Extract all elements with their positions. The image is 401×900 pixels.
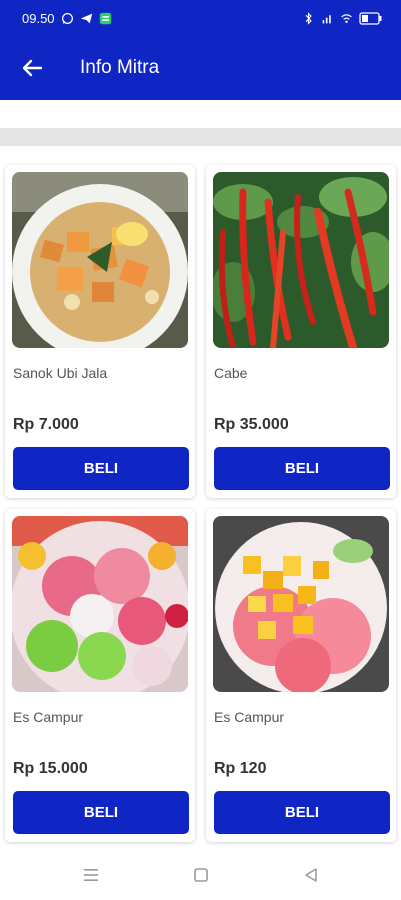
system-navigation-bar	[0, 850, 401, 900]
product-card[interactable]: Sanok Ubi Jala Rp 7.000 BELI	[5, 165, 195, 498]
product-price: Rp 7.000	[13, 416, 79, 433]
home-square-icon	[193, 868, 208, 882]
telegram-icon	[80, 13, 92, 23]
signal-icon	[322, 14, 331, 23]
product-price: Rp 35.000	[214, 416, 289, 433]
section-divider	[0, 128, 401, 146]
buy-button[interactable]: BELI	[13, 791, 189, 834]
product-image	[213, 516, 389, 692]
red-chili-photo	[213, 172, 389, 348]
status-bar: 09.50	[0, 0, 401, 36]
recent-apps-button[interactable]	[76, 860, 106, 890]
mixed-ice-dessert-photo	[12, 516, 188, 692]
app-notification-icon	[99, 12, 111, 24]
buy-button[interactable]: BELI	[214, 791, 390, 834]
back-triangle-icon	[304, 868, 317, 882]
product-price: Rp 120	[214, 760, 267, 777]
arrow-left-icon	[22, 59, 43, 77]
mango-ice-dessert-photo	[213, 516, 389, 692]
product-price: Rp 15.000	[13, 760, 88, 777]
product-image	[213, 172, 389, 348]
whatsapp-icon	[61, 12, 73, 24]
product-card[interactable]: Es Campur Rp 15.000 BELI	[5, 509, 195, 842]
product-name: Es Campur	[214, 709, 285, 725]
buy-button[interactable]: BELI	[13, 447, 189, 490]
product-card[interactable]: Cabe Rp 35.000 BELI	[206, 165, 396, 498]
product-grid: Sanok Ubi Jala Rp 7.000 BELI Cabe Rp 35.…	[5, 165, 396, 842]
menu-icon	[83, 869, 98, 881]
wifi-icon	[341, 13, 352, 23]
page-title: Info Mitra	[80, 57, 160, 78]
product-name: Sanok Ubi Jala	[13, 365, 108, 381]
back-button[interactable]	[12, 48, 52, 88]
home-button[interactable]	[186, 860, 216, 890]
product-image	[12, 172, 188, 348]
status-time: 09.50	[22, 10, 55, 26]
sweet-potato-curry-photo	[12, 172, 188, 348]
product-card[interactable]: Es Campur Rp 120 BELI	[206, 509, 396, 842]
app-bar: Info Mitra	[0, 36, 401, 100]
system-back-button[interactable]	[296, 860, 326, 890]
battery-icon	[359, 11, 382, 25]
product-name: Cabe	[214, 365, 248, 381]
bluetooth-icon	[305, 11, 312, 25]
product-image	[12, 516, 188, 692]
product-name: Es Campur	[13, 709, 84, 725]
buy-button[interactable]: BELI	[214, 447, 390, 490]
